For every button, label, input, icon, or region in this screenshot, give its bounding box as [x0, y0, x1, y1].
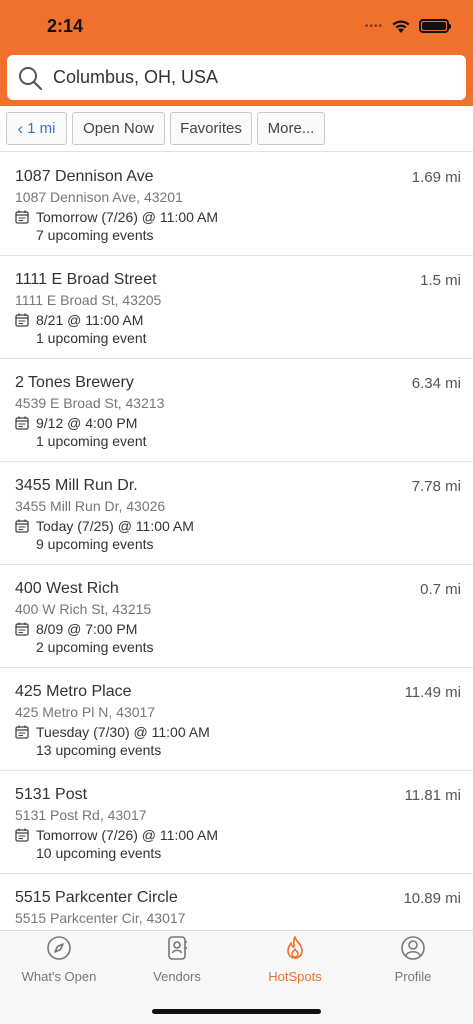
battery-icon [419, 19, 451, 33]
next-event: Today (7/25) @ 11:00 AM [15, 517, 473, 535]
hotspot-address: 5131 Post Rd, 43017 [15, 807, 147, 823]
next-event-time: Tuesday (7/30) @ 11:00 AM [36, 724, 210, 740]
calendar-icon [15, 828, 29, 842]
tab-label: HotSpots [268, 969, 322, 984]
status-time: 2:14 [47, 16, 84, 36]
next-event: Tomorrow (7/26) @ 11:00 AM [15, 208, 473, 226]
open-now-filter-button[interactable]: Open Now [72, 112, 165, 145]
next-event: Tomorrow (7/26) @ 11:00 AM [15, 826, 473, 844]
next-event-time: 8/21 @ 11:00 AM [36, 312, 144, 328]
hotspot-distance: 11.49 mi [404, 684, 461, 701]
next-event: 8/21 @ 11:00 AM [15, 311, 473, 329]
next-event: Tuesday (7/30) @ 11:00 AM [15, 723, 473, 741]
next-event-time: Tomorrow (7/26) @ 11:00 AM [36, 827, 219, 843]
hotspot-list[interactable]: 1087 Dennison Ave 1087 Dennison Ave, 4320… [0, 153, 473, 930]
hotspot-row[interactable]: 5515 Parkcenter Circle 5515 Parkcenter Ci… [0, 874, 473, 930]
hotspot-distance: 6.34 mi [411, 375, 461, 392]
more-filters-button[interactable]: More... [257, 112, 325, 145]
tab-vendors[interactable]: Vendors [118, 935, 236, 984]
calendar-icon [15, 622, 29, 636]
hotspot-name: 2 Tones Brewery [15, 374, 134, 391]
calendar-icon [15, 416, 29, 430]
hotspot-address: 425 Metro Pl N, 43017 [15, 704, 156, 720]
compass-icon [47, 936, 71, 960]
hotspot-row[interactable]: 1111 E Broad Street 1111 E Broad St, 4320… [0, 256, 473, 359]
hotspot-row[interactable]: 400 West Rich 400 W Rich St, 43215 8/09 @ … [0, 565, 473, 668]
next-event-time: 9/12 @ 4:00 PM [36, 415, 138, 431]
distance-filter-button[interactable]: ‹ 1 mi [6, 112, 67, 145]
hotspot-address: 400 W Rich St, 43215 [15, 601, 152, 617]
tab-label: What's Open [21, 969, 97, 984]
hotspot-address: 3455 Mill Run Dr, 43026 [15, 498, 166, 514]
cellular-signal-icon: •••• [364, 20, 383, 32]
chevron-left-icon: ‹ [17, 118, 24, 138]
calendar-icon [15, 519, 29, 533]
hotspot-name: 1087 Dennison Ave [15, 168, 154, 185]
distance-filter-label: 1 mi [27, 120, 56, 137]
calendar-icon [15, 210, 29, 224]
hotspot-distance: 7.78 mi [411, 478, 461, 495]
hotspot-row[interactable]: 425 Metro Place 425 Metro Pl N, 43017 Tues… [0, 668, 473, 771]
app-header: 2:14 •••• Columbus, OH, USA [0, 0, 473, 106]
hotspot-name: 400 West Rich [15, 580, 119, 597]
next-event-time: Today (7/25) @ 11:00 AM [36, 518, 194, 534]
favorites-filter-button[interactable]: Favorites [170, 112, 252, 145]
hotspot-row[interactable]: 3455 Mill Run Dr. 3455 Mill Run Dr, 43026… [0, 462, 473, 565]
hotspot-distance: 0.7 mi [420, 581, 461, 598]
location-search-field[interactable]: Columbus, OH, USA [7, 55, 466, 100]
upcoming-events-count: 2 upcoming events [36, 639, 154, 655]
tab-profile[interactable]: Profile [354, 935, 472, 984]
tab-label: Vendors [153, 969, 201, 984]
filter-bar: ‹ 1 mi Open Now Favorites More... [0, 106, 473, 152]
search-icon [19, 66, 43, 90]
hotspot-row[interactable]: 5131 Post 5131 Post Rd, 43017 Tomorrow (7/… [0, 771, 473, 874]
hotspot-address: 4539 E Broad St, 43213 [15, 395, 165, 411]
user-icon [401, 936, 425, 960]
hotspot-distance: 1.69 mi [411, 169, 461, 186]
hotspot-address: 5515 Parkcenter Cir, 43017 [15, 910, 186, 926]
hotspot-distance: 10.89 mi [403, 890, 461, 907]
contacts-icon [168, 936, 187, 960]
tab-hotspots[interactable]: HotSpots [236, 935, 354, 984]
hotspot-row[interactable]: 2 Tones Brewery 4539 E Broad St, 43213 9/1… [0, 359, 473, 462]
upcoming-events-count: 13 upcoming events [36, 742, 162, 758]
status-icons: •••• [364, 18, 451, 34]
wifi-icon [392, 20, 410, 33]
calendar-icon [15, 313, 29, 327]
tab-whats-open[interactable]: What's Open [0, 935, 118, 984]
home-indicator [152, 1009, 321, 1014]
hotspot-address: 1111 E Broad St, 43205 [15, 292, 162, 308]
hotspot-distance: 11.81 mi [404, 787, 461, 804]
hotspot-name: 3455 Mill Run Dr. [15, 477, 138, 494]
next-event: 9/12 @ 4:00 PM [15, 414, 473, 432]
next-event: 8/09 @ 7:00 PM [15, 620, 473, 638]
hotspot-row[interactable]: 1087 Dennison Ave 1087 Dennison Ave, 4320… [0, 153, 473, 256]
tab-label: Profile [394, 969, 432, 984]
upcoming-events-count: 9 upcoming events [36, 536, 154, 552]
upcoming-events-count: 1 upcoming event [36, 433, 147, 449]
upcoming-events-count: 10 upcoming events [36, 845, 162, 861]
hotspot-name: 1111 E Broad Street [15, 271, 157, 288]
upcoming-events-count: 1 upcoming event [36, 330, 147, 346]
upcoming-events-count: 7 upcoming events [36, 227, 154, 243]
calendar-icon [15, 725, 29, 739]
hotspot-address: 1087 Dennison Ave, 43201 [15, 189, 183, 205]
hotspot-distance: 1.5 mi [420, 272, 461, 289]
next-event-time: 8/09 @ 7:00 PM [36, 621, 138, 637]
next-event-time: Tomorrow (7/26) @ 11:00 AM [36, 209, 219, 225]
search-input-value: Columbus, OH, USA [53, 67, 219, 87]
flame-icon [287, 936, 303, 959]
